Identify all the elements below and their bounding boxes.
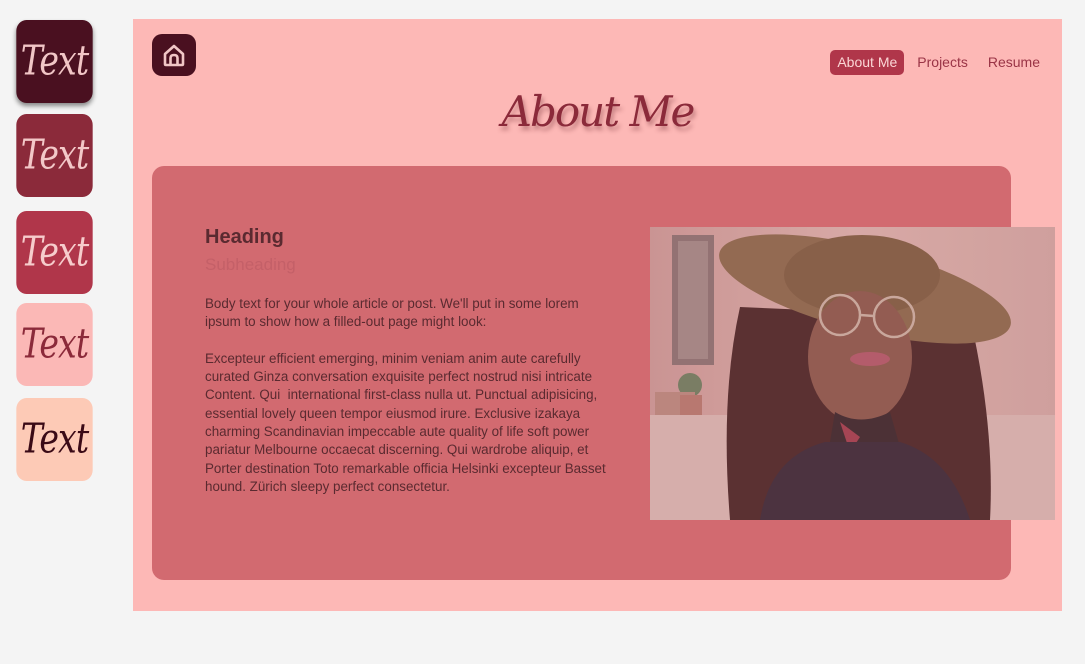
article-body: Body text for your whole article or post… — [205, 296, 606, 494]
color-swatch-4[interactable]: Text — [16, 303, 93, 386]
nav-about-me[interactable]: About Me — [830, 50, 905, 75]
article-subheading: Subheading — [205, 255, 296, 274]
portrait-image — [650, 227, 1055, 520]
color-swatch-3[interactable]: Text — [16, 211, 93, 294]
swatch-label: Text — [20, 415, 89, 464]
page-frame: About Me Projects Resume About Me Headin… — [133, 19, 1062, 611]
top-nav: About Me Projects Resume — [830, 50, 1047, 75]
profile-photo — [650, 227, 1055, 520]
swatch-label: Text — [20, 131, 89, 180]
color-swatch-2[interactable]: Text — [16, 114, 93, 197]
home-icon — [163, 44, 185, 67]
color-swatch-5[interactable]: Text — [16, 398, 93, 481]
swatch-label: Text — [20, 228, 89, 277]
swatch-label: Text — [20, 37, 89, 86]
article-heading: Heading — [205, 226, 284, 248]
page-title: About Me — [501, 87, 696, 136]
home-button[interactable] — [152, 34, 196, 76]
swatch-label: Text — [20, 320, 89, 369]
article-content: Heading Subheading Body text for your wh… — [205, 226, 615, 496]
color-swatch-1[interactable]: Text — [16, 20, 93, 103]
nav-resume[interactable]: Resume — [981, 50, 1047, 75]
nav-projects[interactable]: Projects — [910, 50, 975, 75]
